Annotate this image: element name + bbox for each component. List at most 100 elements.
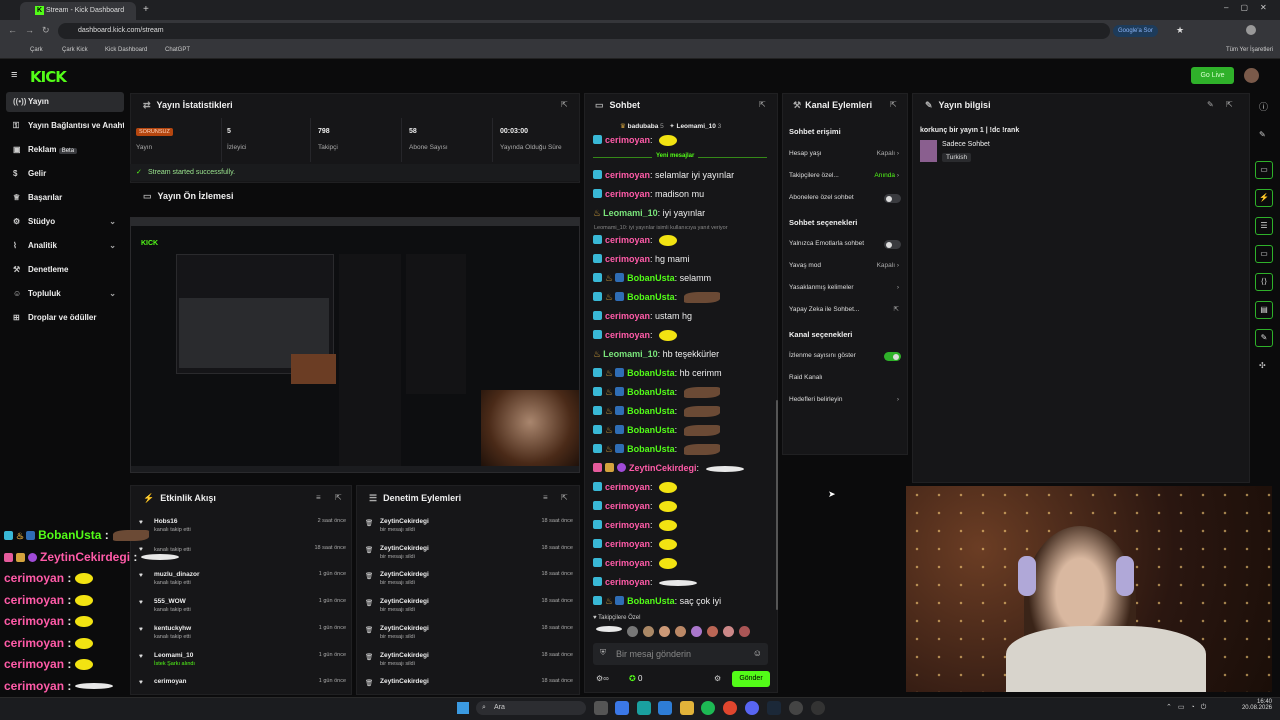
actions-row[interactable]: Takipçilere özel... Anında › <box>789 169 905 183</box>
chat-message[interactable]: cerimoyan: <box>593 231 678 250</box>
go-live-button[interactable]: Go Live <box>1191 67 1234 84</box>
browser-tab[interactable]: K Stream - Kick Dashboard <box>20 2 136 20</box>
moderator-name[interactable]: ZeytinCekirdegi <box>380 625 429 632</box>
chat-username[interactable]: cerimoyan <box>605 330 650 340</box>
filter-icon[interactable]: ≡ <box>543 493 548 502</box>
chat-message[interactable]: ♨ BobanUsta: <box>593 440 720 459</box>
tray-icons[interactable]: ⌃▭◔⏻ <box>1166 703 1212 712</box>
chat-message[interactable]: ♨ BobanUsta: <box>593 288 720 307</box>
taskbar-clock[interactable]: 16:40 20.08.2026 <box>1240 699 1272 711</box>
windows-start-icon[interactable] <box>457 702 469 714</box>
stream-category[interactable]: Sadece Sohbet <box>942 141 990 148</box>
chat-message[interactable]: cerimoyan: <box>593 535 678 554</box>
chat-message[interactable]: ♨ BobanUsta: selamm <box>593 269 711 288</box>
chat-message[interactable]: ♨ BobanUsta: <box>593 402 720 421</box>
chat-message[interactable]: cerimoyan: <box>593 326 678 345</box>
moderator-name[interactable]: ZeytinCekirdegi <box>380 571 429 578</box>
activity-user[interactable]: cerimoyan <box>154 678 187 685</box>
toolbar-moderation-button[interactable]: ☰ <box>1255 217 1273 235</box>
hamburger-icon[interactable]: ≡ <box>11 69 17 81</box>
chat-message[interactable]: cerimoyan: <box>593 554 678 573</box>
chat-message[interactable]: ♨ Leomami_10: hb teşekkürler <box>593 345 719 364</box>
all-bookmarks[interactable]: Tüm Yer İşaretleri <box>1226 41 1273 59</box>
emote-icon[interactable] <box>739 626 750 637</box>
chat-username[interactable]: BobanUsta <box>627 292 675 302</box>
chat-message[interactable]: cerimoyan: <box>593 478 678 497</box>
chat-username[interactable]: cerimoyan <box>605 482 650 492</box>
toolbar-stats-button[interactable]: ▭ <box>1255 161 1273 179</box>
chat-input[interactable]: ⛨ Bir mesaj gönderin ☺ <box>593 643 768 665</box>
bookmark-chatgpt[interactable]: ChatGPT <box>165 41 190 59</box>
chat-username[interactable]: BobanUsta <box>627 596 675 606</box>
bookmark-cark-kick[interactable]: Çark Kick <box>62 41 88 59</box>
moderator-name[interactable]: ZeytinCekirdegi <box>380 678 429 685</box>
filter-icon[interactable]: ≡ <box>316 493 321 502</box>
nav-arrows-icon[interactable]: ←→↻ <box>8 25 58 36</box>
chat-username[interactable]: cerimoyan <box>605 135 650 145</box>
moderator-name[interactable]: ZeytinCekirdegi <box>380 652 429 659</box>
activity-user[interactable]: kentuckyhw <box>154 625 191 632</box>
actions-row[interactable]: Yasaklanmış kelimeler › <box>789 281 905 295</box>
sidebar-item-analitik[interactable]: ⌇ Analitik ⌄ <box>6 236 124 256</box>
star-icon[interactable]: ★ <box>1176 25 1184 36</box>
actions-row[interactable]: Yavaş mod Kapalı › <box>789 259 905 273</box>
app-icon[interactable] <box>811 701 825 715</box>
popout-icon[interactable]: ⇱ <box>1226 100 1233 109</box>
chat-message[interactable]: cerimoyan: <box>593 497 678 516</box>
toolbar-info-button[interactable]: ✎ <box>1255 329 1273 347</box>
edge-icon[interactable] <box>658 701 672 715</box>
popout-icon[interactable]: ⇱ <box>561 493 568 502</box>
chat-username[interactable]: BobanUsta <box>627 273 675 283</box>
sidebar-item-studyo[interactable]: ⚙ Stüdyo ⌄ <box>6 212 124 232</box>
activity-user[interactable]: Hobs16 <box>154 518 177 525</box>
chat-message[interactable]: ♨ BobanUsta: saç çok iyi <box>593 592 721 611</box>
google-sor-button[interactable]: Google'a Sor <box>1113 25 1158 37</box>
chat-message[interactable]: ♨ BobanUsta: <box>593 383 720 402</box>
chat-username[interactable]: cerimoyan <box>605 539 650 549</box>
chat-message[interactable]: cerimoyan: ustam hg <box>593 307 692 326</box>
popout-icon[interactable]: ⇱ <box>759 100 766 109</box>
sidebar-item-basarilar[interactable]: ♕ Başarılar <box>6 188 124 208</box>
toolbar-chat-button[interactable]: ▭ <box>1255 245 1273 263</box>
chat-message[interactable]: cerimoyan: selamlar iyi yayınlar <box>593 166 734 185</box>
toolbar-activity-button[interactable]: ⚡ <box>1255 189 1273 207</box>
moderator-name[interactable]: ZeytinCekirdegi <box>380 598 429 605</box>
emote-icon[interactable] <box>707 626 718 637</box>
emote-icon[interactable] <box>675 626 686 637</box>
chat-message[interactable]: cerimoyan: hg mami <box>593 250 690 269</box>
chat-message[interactable]: cerimoyan: madison mu <box>593 185 704 204</box>
popout-icon[interactable]: ⇱ <box>335 493 342 502</box>
toolbar-broadcast-button[interactable]: ⟨⟩ <box>1255 273 1273 291</box>
sidebar-item-key[interactable]: ⚿ Yayın Bağlantısı ve Anahtarı <box>6 116 124 136</box>
actions-row[interactable]: Raid Kanalı <box>789 371 905 385</box>
chat-username[interactable]: cerimoyan <box>605 558 650 568</box>
url-bar[interactable]: dashboard.kick.com/stream <box>58 23 1110 39</box>
chat-message[interactable]: cerimoyan: <box>593 573 698 592</box>
send-button[interactable]: Gönder <box>732 671 770 687</box>
chat-username[interactable]: ZeytinCekirdegi <box>629 463 697 473</box>
activity-user[interactable]: Leomami_10 <box>154 652 193 659</box>
chat-message[interactable]: ♨ BobanUsta: hb cerimm <box>593 364 722 383</box>
popout-icon[interactable]: ⇱ <box>890 100 897 109</box>
chat-username[interactable]: BobanUsta <box>627 387 675 397</box>
profile-avatar[interactable] <box>1246 25 1256 35</box>
chat-username[interactable]: cerimoyan <box>605 501 650 511</box>
gear-icon[interactable]: ⚙ <box>714 674 721 683</box>
chat-scrollbar[interactable] <box>776 400 778 610</box>
toggle-switch[interactable] <box>884 352 901 361</box>
bookmark-kick-dashboard[interactable]: Kick Dashboard <box>105 41 147 59</box>
chat-username[interactable]: cerimoyan <box>605 311 650 321</box>
taskbar-search[interactable]: ⌕ Ara <box>476 701 586 715</box>
chat-message[interactable]: ♨ Leomami_10: iyi yayınlar <box>593 204 705 223</box>
chrome-icon[interactable] <box>723 701 737 715</box>
chat-username[interactable]: BobanUsta <box>627 406 675 416</box>
spotify-icon[interactable] <box>701 701 715 715</box>
sidebar-item-reklam[interactable]: ▣ Reklam Beta <box>6 140 124 160</box>
explorer-icon[interactable] <box>680 701 694 715</box>
moderator-name[interactable]: ZeytinCekirdegi <box>380 518 429 525</box>
toggle-switch[interactable] <box>884 240 901 249</box>
info-icon[interactable]: ⓘ <box>1259 100 1268 113</box>
obs-icon[interactable] <box>789 701 803 715</box>
discord-icon[interactable] <box>745 701 759 715</box>
chat-username[interactable]: Leomami_10 <box>603 349 658 359</box>
